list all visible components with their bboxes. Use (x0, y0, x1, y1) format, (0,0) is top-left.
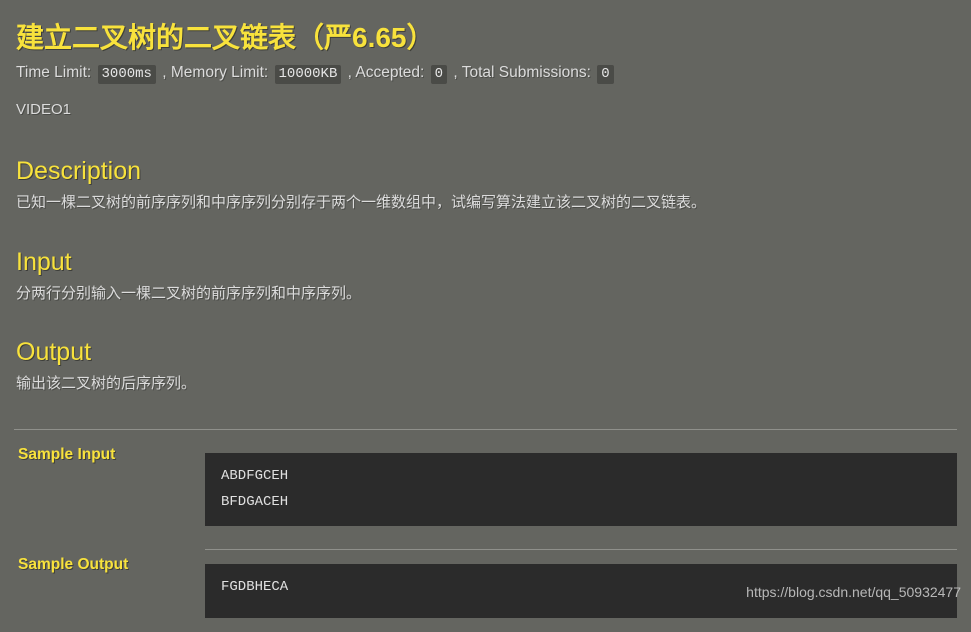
sample-output-content: FGDBHECA (205, 540, 957, 632)
input-section: Input 分两行分别输入一棵二叉树的前序序列和中序序列。 (14, 247, 957, 306)
video-link[interactable]: VIDEO1 (14, 85, 957, 118)
problem-page: 建立二叉树的二叉链表（严6.65） Time Limit: 3000ms , M… (0, 0, 971, 618)
accepted-label: Accepted: (355, 64, 425, 81)
sample-input-content: ABDFGCEH BFDGACEH (205, 430, 957, 540)
code-line: FGDBHECA (221, 578, 289, 595)
time-limit-label: Time Limit: (16, 64, 92, 81)
limits-separator-3: , (453, 64, 458, 81)
description-heading: Description (16, 157, 142, 185)
memory-limit-value: 10000KB (274, 65, 342, 84)
samples-area: Sample Input ABDFGCEH BFDGACEH Sample Out… (14, 428, 957, 632)
input-heading: Input (16, 247, 72, 276)
sample-output-row: Sample Output FGDBHECA (14, 540, 957, 632)
limits-separator-1: , (162, 64, 167, 81)
time-limit-value: 3000ms (97, 65, 156, 84)
limits-separator-2: , (347, 64, 352, 81)
sample-input-row: Sample Input ABDFGCEH BFDGACEH (14, 430, 957, 540)
output-text: 输出该二叉树的后序序列。 (16, 375, 197, 392)
description-section: Description 已知一棵二叉树的前序序列和中序序列分别存于两个一维数组中… (14, 156, 957, 215)
total-submissions-value: 0 (597, 65, 614, 84)
sample-output-label: Sample Output (18, 555, 129, 573)
memory-limit-label: Memory Limit: (170, 64, 269, 81)
accepted-value: 0 (430, 65, 448, 84)
sample-divider (205, 548, 957, 550)
total-submissions-label: Total Submissions: (461, 64, 591, 81)
output-section: Output 输出该二叉树的后序序列。 (14, 337, 957, 396)
page-title: 建立二叉树的二叉链表（严6.65） (16, 22, 435, 53)
problem-limits-bar: Time Limit: 3000ms , Memory Limit: 10000… (14, 55, 957, 85)
input-text: 分两行分别输入一棵二叉树的前序序列和中序序列。 (16, 284, 362, 302)
sample-input-label: Sample Input (18, 445, 116, 463)
code-line: BFDGACEH (221, 494, 289, 511)
code-line: ABDFGCEH (221, 467, 289, 484)
description-text: 已知一棵二叉树的前序序列和中序序列分别存于两个一维数组中，试编写算法建立该二叉树… (16, 194, 707, 211)
sample-input-code[interactable]: ABDFGCEH BFDGACEH (205, 452, 957, 526)
output-heading: Output (16, 338, 92, 366)
sample-output-code[interactable]: FGDBHECA (205, 563, 957, 618)
